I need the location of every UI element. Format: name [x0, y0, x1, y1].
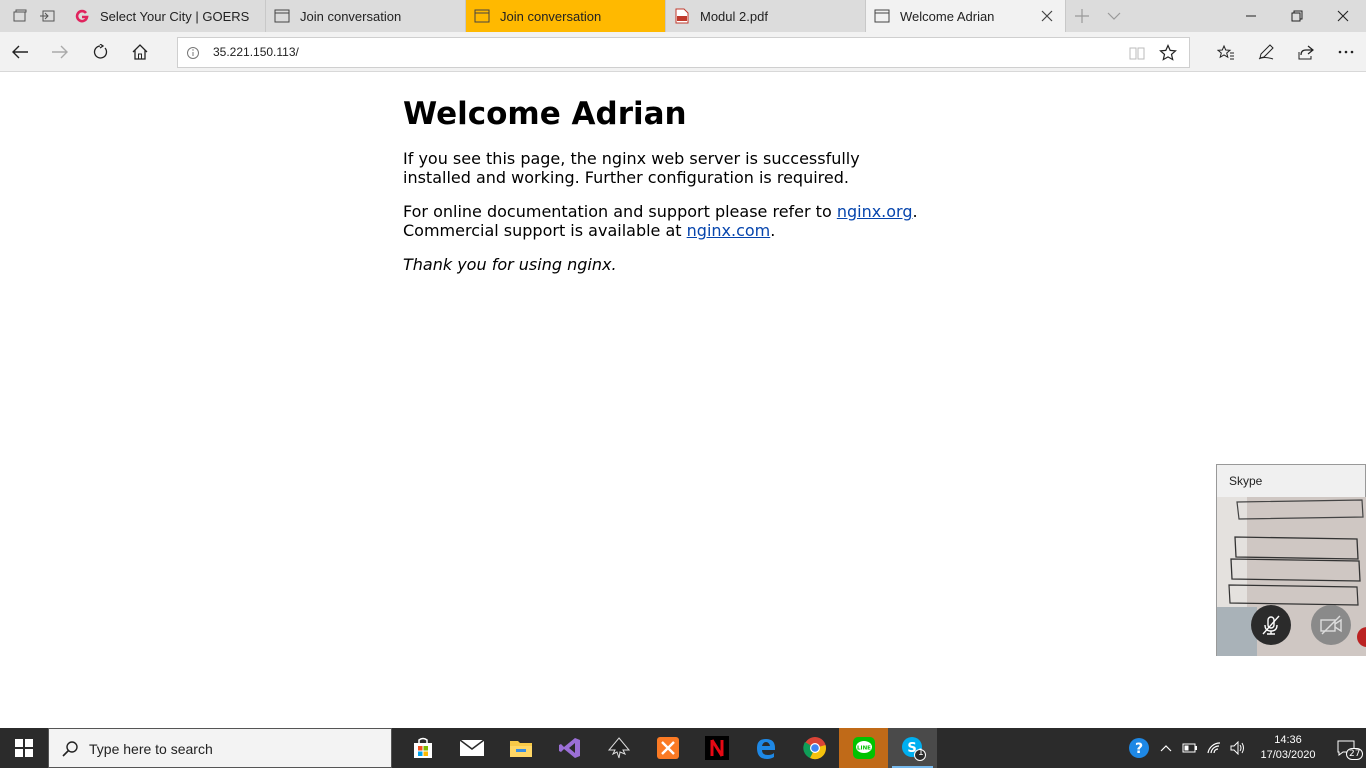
system-tray: ? 14:36 17/03/2020 27: [1124, 728, 1366, 768]
chrome-icon[interactable]: [790, 728, 839, 768]
minimize-icon[interactable]: [1228, 0, 1274, 32]
url-text[interactable]: 35.221.150.113/: [213, 45, 299, 59]
back-arrow-icon[interactable]: [4, 36, 36, 68]
tab-extra: [1066, 0, 1130, 32]
skype-call-window[interactable]: Skype: [1216, 464, 1366, 656]
thanks-text: Thank you for using nginx.: [403, 255, 923, 274]
microphone-off-icon: [1262, 615, 1280, 635]
goers-logo-icon: [74, 8, 90, 24]
chevron-up-icon[interactable]: [1154, 728, 1178, 768]
refresh-icon[interactable]: [84, 36, 116, 68]
skype-title: Skype: [1229, 474, 1263, 488]
tab-join-conversation-1[interactable]: Join conversation: [266, 0, 466, 32]
windows-logo-icon: [15, 739, 33, 757]
notification-count: 27: [1346, 748, 1364, 760]
more-icon[interactable]: [1330, 36, 1362, 68]
clock-time: 14:36: [1274, 734, 1302, 746]
mail-icon[interactable]: [447, 728, 496, 768]
video-feed: [1217, 497, 1366, 656]
file-explorer-icon[interactable]: [496, 728, 545, 768]
taskbar-search-box[interactable]: Type here to search: [48, 728, 392, 768]
set-tabs-aside-icon[interactable]: [37, 6, 57, 26]
start-button[interactable]: [0, 728, 48, 768]
store-icon[interactable]: [398, 728, 447, 768]
tab-modul-pdf[interactable]: Modul 2.pdf: [666, 0, 866, 32]
search-placeholder: Type here to search: [89, 741, 213, 757]
support-text: For online documentation and support ple…: [403, 202, 837, 221]
visual-studio-icon[interactable]: [545, 728, 594, 768]
window-icon: [274, 8, 290, 24]
help-icon[interactable]: ?: [1124, 728, 1154, 768]
favorites-icon[interactable]: [1210, 36, 1242, 68]
chevron-down-icon[interactable]: [1098, 6, 1130, 26]
camera-toggle-button[interactable]: [1311, 605, 1351, 645]
tab-label: Join conversation: [500, 8, 602, 24]
pen-icon[interactable]: [1250, 36, 1282, 68]
new-tab-icon[interactable]: [1066, 6, 1098, 26]
star-icon[interactable]: [1159, 44, 1177, 62]
commercial-period: .: [770, 221, 776, 240]
edge-icon[interactable]: [741, 728, 790, 768]
commercial-text: Commercial support is available at: [403, 221, 687, 240]
tab-preview-icon[interactable]: [10, 6, 30, 26]
support-paragraph: For online documentation and support ple…: [403, 202, 923, 240]
tab-goers[interactable]: Select Your City | GOERS: [66, 0, 266, 32]
window-icon: [474, 8, 490, 24]
restore-icon[interactable]: [1274, 0, 1320, 32]
window-icon: [874, 8, 890, 24]
page-title: Welcome Adrian: [403, 96, 687, 132]
skype-badge: 1: [918, 748, 924, 758]
window-controls: [1228, 0, 1366, 32]
inkscape-icon[interactable]: [594, 728, 643, 768]
thanks-emphasis: Thank you for using nginx.: [403, 255, 617, 274]
skype-icon[interactable]: S 1: [888, 728, 937, 768]
clock[interactable]: 14:36 17/03/2020: [1250, 733, 1326, 763]
nginx-com-link[interactable]: nginx.com: [687, 221, 771, 240]
address-bar[interactable]: 35.221.150.113/: [177, 37, 1190, 68]
nginx-org-link[interactable]: nginx.org: [837, 202, 913, 221]
pdf-icon: [674, 8, 690, 24]
clock-date: 17/03/2020: [1260, 749, 1316, 761]
intro-paragraph: If you see this page, the nginx web serv…: [403, 149, 860, 187]
search-icon: [61, 740, 79, 758]
tab-label: Join conversation: [300, 8, 402, 24]
info-icon[interactable]: [186, 45, 202, 61]
page-content: Welcome Adrian If you see this page, the…: [0, 72, 1366, 728]
wifi-icon[interactable]: [1202, 728, 1226, 768]
volume-icon[interactable]: [1226, 728, 1250, 768]
share-icon[interactable]: [1290, 36, 1322, 68]
line-icon[interactable]: LINE: [839, 728, 888, 768]
taskbar: Type here to search LINE S 1 ? 14:36 17/…: [0, 728, 1366, 768]
xampp-icon[interactable]: [643, 728, 692, 768]
tab-bar: Select Your City | GOERS Join conversati…: [0, 0, 1366, 32]
support-period: .: [912, 202, 918, 221]
tab-welcome-adrian[interactable]: Welcome Adrian: [866, 0, 1066, 32]
close-window-icon[interactable]: [1320, 0, 1366, 32]
svg-text:LINE: LINE: [857, 746, 871, 752]
notifications-icon[interactable]: 27: [1326, 728, 1366, 768]
close-tab-icon[interactable]: [1039, 8, 1055, 24]
tab-label: Modul 2.pdf: [700, 8, 768, 24]
taskbar-apps: LINE S 1: [398, 728, 937, 768]
reading-view-icon[interactable]: [1129, 45, 1145, 61]
mute-microphone-button[interactable]: [1251, 605, 1291, 645]
netflix-icon[interactable]: [692, 728, 741, 768]
tab-controls: [0, 0, 66, 32]
camera-off-icon: [1320, 615, 1342, 635]
battery-icon[interactable]: [1178, 728, 1202, 768]
tab-label: Select Your City | GOERS: [100, 8, 250, 24]
home-icon[interactable]: [124, 36, 156, 68]
svg-text:?: ?: [1135, 741, 1143, 757]
tab-join-conversation-2[interactable]: Join conversation: [466, 0, 666, 32]
tab-label: Welcome Adrian: [900, 8, 995, 24]
nginx-welcome-page: Welcome Adrian If you see this page, the…: [403, 96, 923, 289]
forward-arrow-icon[interactable]: [44, 36, 76, 68]
